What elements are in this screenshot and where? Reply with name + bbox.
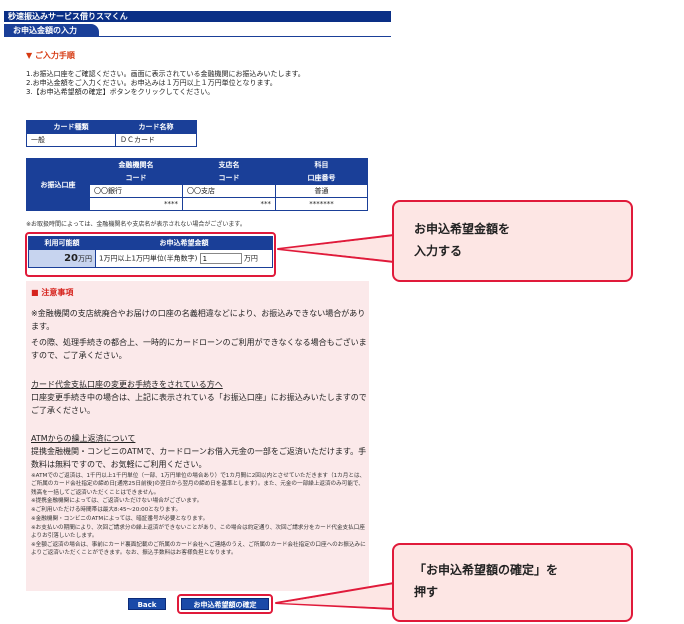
callout-text: 「お申込希望額の確定」を <box>414 563 559 577</box>
callout-pointer-confirm <box>275 582 398 610</box>
callout-press-confirm: 「お申込希望額の確定」を 押す <box>392 543 633 622</box>
callout-text: 押す <box>414 585 439 599</box>
